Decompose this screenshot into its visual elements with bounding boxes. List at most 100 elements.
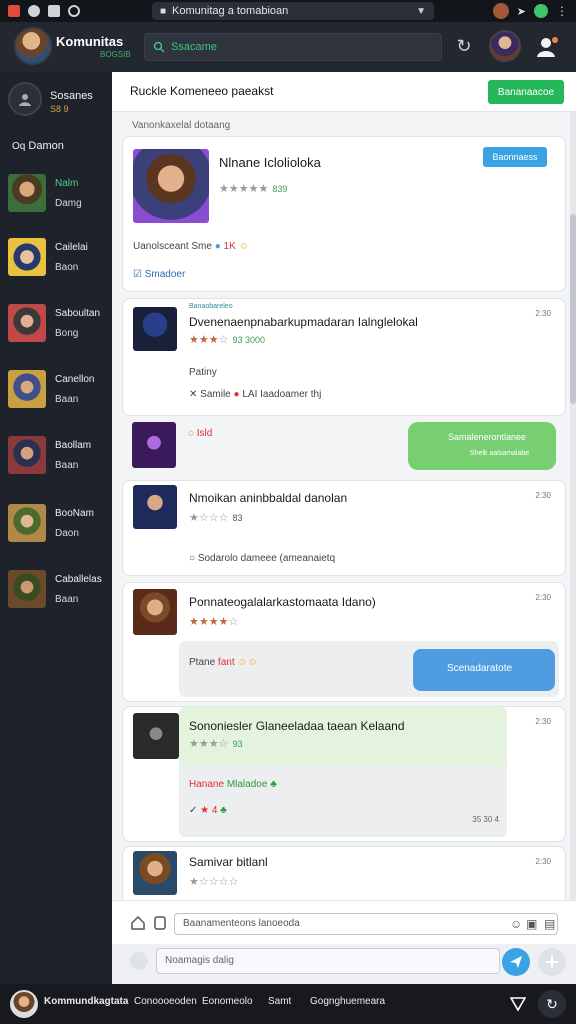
- message-icon: ◌: [188, 428, 194, 439]
- send-icon: ➤: [516, 5, 526, 18]
- bottom-nav-avatar[interactable]: [10, 990, 38, 1018]
- url-text: Komunitag a tomabioan: [172, 5, 289, 17]
- sidebar-user-icon: [19, 94, 31, 106]
- bottom-nav-item-2[interactable]: Conoooeoden: [134, 996, 197, 1007]
- circle-icon: [68, 5, 80, 17]
- leaf-icon: ♣: [270, 779, 277, 790]
- post-title: Sononiesler Glaneeladaa taean Kelaand: [189, 719, 405, 733]
- post-thumbnail: [133, 589, 177, 635]
- contact-status: Baan: [55, 394, 79, 405]
- app-logo-avatar[interactable]: [14, 27, 52, 65]
- compose-bar: Baanamenteons lanoeoda ☺ ▣ ▤: [112, 900, 576, 944]
- contact-avatar: [8, 174, 46, 212]
- sidebar-item-contact[interactable]: Caballelas Baan: [8, 570, 112, 620]
- menu-dots-icon[interactable]: ⋮: [556, 4, 568, 18]
- send-button[interactable]: [502, 948, 530, 976]
- post-card[interactable]: Sononiesler Glaneeladaa taean Kelaand ★★…: [122, 706, 566, 842]
- contact-name: Saboultan: [55, 308, 101, 319]
- sidebar-item-contact[interactable]: Canellon Baan: [8, 370, 112, 420]
- sidebar-item-contact[interactable]: Saboultan Bong: [8, 304, 112, 354]
- post-sub-label: Patiny: [189, 367, 217, 378]
- more-button[interactable]: [538, 948, 566, 976]
- sidebar-header[interactable]: [8, 82, 42, 116]
- featured-meta-count: 1K: [223, 241, 236, 252]
- bottom-nav-item-3[interactable]: Eonomeolo: [202, 996, 253, 1007]
- lock-icon: ■: [160, 5, 167, 17]
- reply-input[interactable]: Noamagis dalig: [156, 948, 500, 974]
- message-bubble[interactable]: Samalenerontlanee Shelk aalsamalabe: [408, 422, 556, 470]
- post-card[interactable]: Samivar bitlanl ★☆☆☆☆ 2:30: [122, 846, 566, 906]
- post-thumbnail: [133, 851, 177, 895]
- contact-name: BooNam: [55, 508, 94, 519]
- profile-icon[interactable]: [534, 34, 560, 60]
- message-row[interactable]: ◌ Isld Samalenerontlanee Shelk aalsamala…: [122, 418, 566, 476]
- filter-icon[interactable]: [510, 996, 526, 1012]
- featured-thumbnail: [133, 149, 209, 223]
- sidebar-avatar: [8, 82, 42, 116]
- featured-card[interactable]: Nlnane Iclolioloka ★★★★★ 839 Baonnaess Ua…: [122, 136, 566, 292]
- featured-title: Nlnane Iclolioloka: [219, 155, 321, 170]
- post-rating: ★★★☆ 93 3000: [189, 334, 266, 346]
- reply-bar: Noamagis dalig: [112, 944, 576, 984]
- sidebar: Sosanes S8 9 Oq Damon Nalm Damg Cailelai…: [0, 72, 112, 984]
- camera-icon[interactable]: ▣: [526, 917, 537, 931]
- contact-status: Baan: [55, 460, 79, 471]
- featured-link[interactable]: ☑ Smadoer: [133, 269, 185, 280]
- sidebar-item-contact[interactable]: Baollam Baan: [8, 436, 112, 486]
- post-card[interactable]: Ponnateogalalarkastomaata Idano) ★★★★☆ 2…: [122, 582, 566, 702]
- message-avatar: [132, 422, 176, 468]
- contact-avatar: [8, 436, 46, 474]
- post-reply-bubble[interactable]: Scenadaratote: [413, 649, 555, 691]
- post-footer: ○ Sodarolo dameee (ameanaietq: [189, 553, 335, 564]
- post-time: 2:30: [535, 491, 551, 500]
- post-rating-count: 83: [232, 513, 243, 523]
- featured-pill-button[interactable]: Baonnaess: [483, 147, 547, 167]
- search-value: Ssacame: [171, 41, 217, 53]
- sidebar-item-contact[interactable]: Nalm Damg: [8, 174, 112, 224]
- post-grey-line: Ptane fant ☺☺: [189, 657, 258, 668]
- app-title: Komunitas: [56, 34, 124, 49]
- search-input[interactable]: Ssacame: [144, 33, 442, 61]
- post-card[interactable]: Nmoikan aninbbaldal danolan ★☆☆☆ 83 2:30 …: [122, 480, 566, 576]
- image-icon[interactable]: ▤: [544, 917, 555, 931]
- post-time: 2:30: [535, 309, 551, 318]
- message-bubble-sub: Shelk aalsamalabe: [470, 450, 530, 457]
- message-title: Isld: [196, 428, 213, 439]
- sidebar-item-contact[interactable]: BooNam Daon: [8, 504, 112, 554]
- sidebar-item-contact[interactable]: Cailelai Baon: [8, 238, 112, 288]
- scroll-thumb[interactable]: [570, 214, 576, 404]
- scrollbar[interactable]: [570, 112, 576, 942]
- post-thumbnail: [133, 713, 179, 759]
- post-rating: ★★★★☆: [189, 616, 239, 628]
- post-card[interactable]: Banaobareleo Dvenenaenpnabarkupmadaran I…: [122, 298, 566, 416]
- url-bar[interactable]: ■ Komunitag a tomabioan ▼: [152, 2, 434, 20]
- emoji-icon[interactable]: ☺: [510, 917, 522, 931]
- featured-meta: Uanolsceant Sme ● 1K ☺: [133, 241, 249, 252]
- home-icon[interactable]: [130, 915, 146, 931]
- post-time: 2:30: [535, 857, 551, 866]
- bottom-nav-item-4[interactable]: Samt: [268, 996, 291, 1007]
- contact-name: Cailelai: [55, 242, 88, 253]
- post-sub-line-text: LAI Iaadoamer thj: [242, 389, 322, 400]
- bottom-nav-item-5[interactable]: Gognghuemeara: [310, 996, 385, 1007]
- bottom-nav: Kommundkagtata Conoooeoden Eonomeolo Sam…: [0, 984, 576, 1024]
- attach-icon[interactable]: [152, 915, 168, 931]
- user-avatar[interactable]: [489, 30, 521, 62]
- compose-input[interactable]: Baanamenteons lanoeoda: [174, 913, 558, 935]
- edit-icon: [48, 5, 60, 17]
- post-title: Ponnateogalalarkastomaata Idano): [189, 595, 376, 609]
- chevron-down-icon[interactable]: ▼: [416, 6, 426, 17]
- post-inner-accent: Mlaladoe: [226, 779, 268, 790]
- alert-icon: ●: [233, 389, 240, 400]
- contact-avatar: [8, 504, 46, 542]
- post-inner-box: Hanane Mlaladoe ♣ ✓ ★ 4 ♣ 35 30 4: [179, 765, 507, 835]
- leaf-icon: ♣: [220, 805, 227, 816]
- bottom-nav-item-home[interactable]: Kommundkagtata: [44, 996, 128, 1007]
- contact-status: Baan: [55, 594, 79, 605]
- emoji-icon: ☺☺: [237, 657, 258, 668]
- sync-icon[interactable]: ↻: [538, 990, 566, 1018]
- refresh-icon[interactable]: ↻: [454, 36, 474, 56]
- section-icon: Oq: [12, 141, 26, 152]
- sidebar-section[interactable]: Oq Damon: [12, 140, 64, 152]
- header-action-button[interactable]: Bananaacoe: [488, 80, 564, 104]
